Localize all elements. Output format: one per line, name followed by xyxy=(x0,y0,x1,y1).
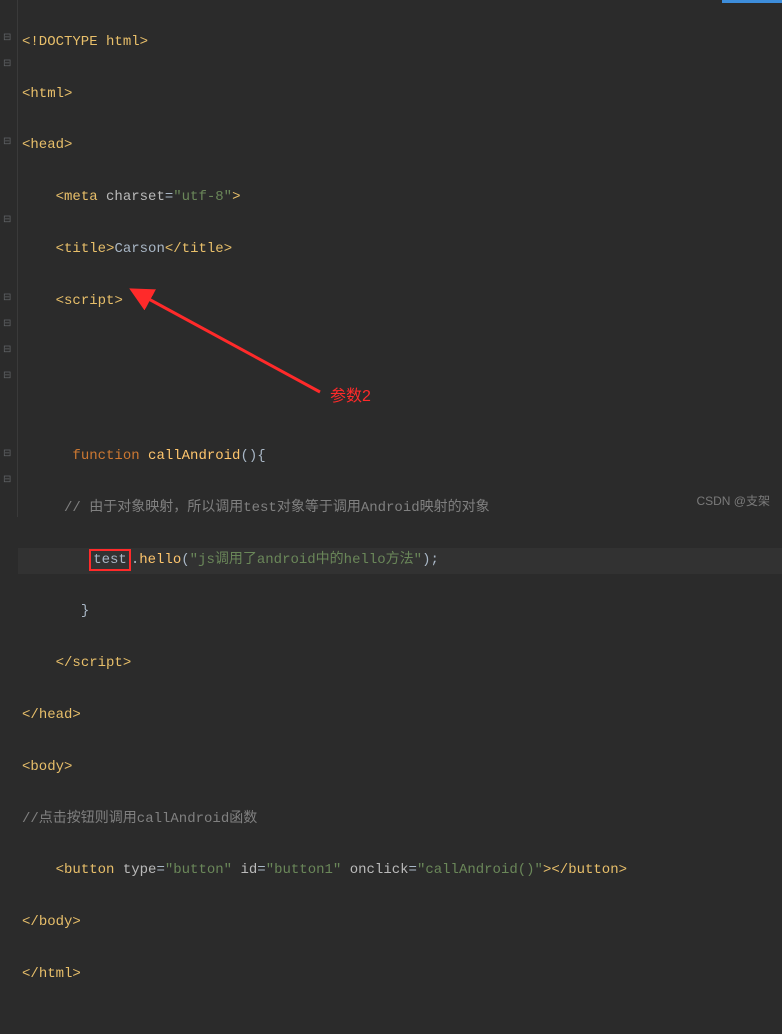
code-line-current: test.hello("js调用了android中的hello方法"); xyxy=(18,548,782,574)
code-line xyxy=(22,392,782,418)
code-line: <head> xyxy=(22,133,782,159)
fold-icon[interactable]: ⊟ xyxy=(3,320,11,330)
highlight-box: test xyxy=(89,549,131,571)
fold-icon[interactable]: ⊟ xyxy=(3,34,11,44)
code-line: </body> xyxy=(22,910,782,936)
code-line: </script> xyxy=(22,651,782,677)
code-line: <title>Carson</title> xyxy=(22,237,782,263)
code-line: <button type="button" id="button1" oncli… xyxy=(22,858,782,884)
fold-icon[interactable]: ⊟ xyxy=(3,216,11,226)
fold-icon[interactable]: ⊟ xyxy=(3,450,11,460)
annotation-label: 参数2 xyxy=(330,382,371,406)
code-line: </head> xyxy=(22,703,782,729)
code-line: function callAndroid(){ xyxy=(22,444,782,470)
fold-icon[interactable]: ⊟ xyxy=(3,372,11,382)
code-line: <!DOCTYPE html> xyxy=(22,30,782,56)
code-line xyxy=(22,341,782,367)
code-line: } xyxy=(22,599,782,625)
code-line: </html> xyxy=(22,962,782,988)
code-line: <body> xyxy=(22,755,782,781)
fold-icon[interactable]: ⊟ xyxy=(3,138,11,148)
fold-icon[interactable]: ⊟ xyxy=(3,294,11,304)
code-line: // 由于对象映射，所以调用test对象等于调用Android映射的对象 xyxy=(22,496,782,522)
code-area[interactable]: <!DOCTYPE html> <html> <head> <meta char… xyxy=(18,0,782,517)
gutter: ⊟ ⊟ ⊟ ⊟ ⊟ ⊟ ⊟ ⊟ ⊟ ⊟ xyxy=(0,0,18,517)
code-editor: ⊟ ⊟ ⊟ ⊟ ⊟ ⊟ ⊟ ⊟ ⊟ ⊟ <!DOCTYPE html> <htm… xyxy=(0,0,782,517)
code-line: //点击按钮则调用callAndroid函数 xyxy=(22,807,782,833)
code-line: <html> xyxy=(22,82,782,108)
fold-icon[interactable]: ⊟ xyxy=(3,60,11,70)
watermark: CSDN @支架 xyxy=(696,492,770,509)
code-line: <script> xyxy=(22,289,782,315)
code-line: <meta charset="utf-8"> xyxy=(22,185,782,211)
fold-icon[interactable]: ⊟ xyxy=(3,476,11,486)
fold-icon[interactable]: ⊟ xyxy=(3,346,11,356)
